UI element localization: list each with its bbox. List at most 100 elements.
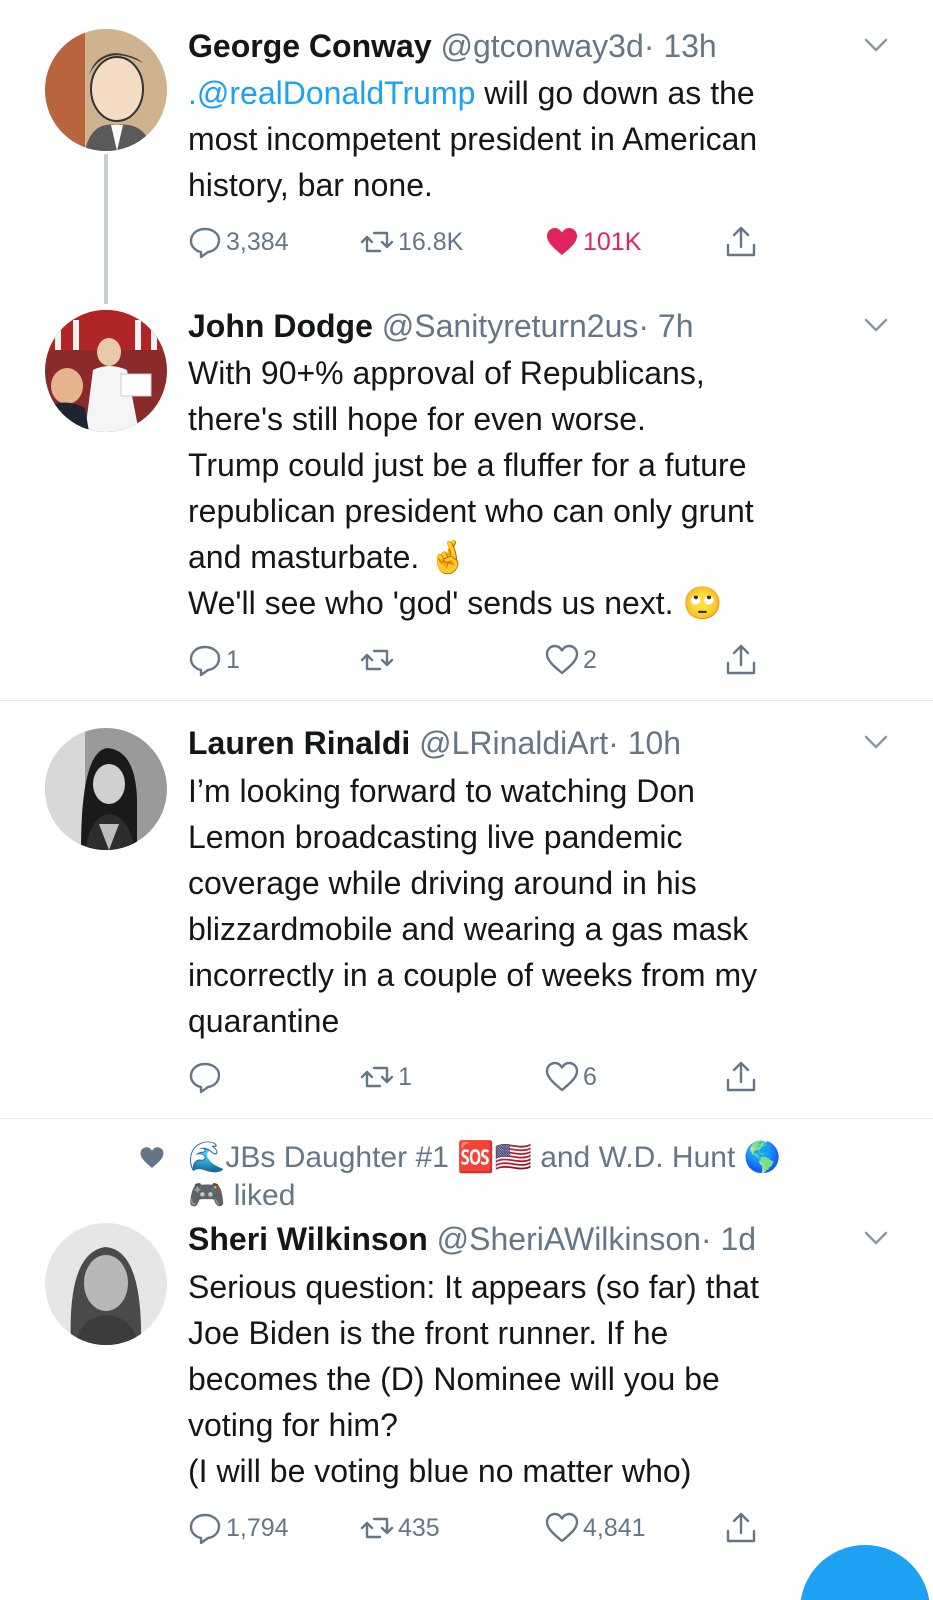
tweet-text-line: and masturbate. 🤞 <box>188 539 468 575</box>
avatar-lauren-rinaldi[interactable] <box>45 728 167 850</box>
reply-button[interactable]: 1,794 <box>188 1508 289 1548</box>
display-name[interactable]: Lauren Rinaldi <box>188 725 410 761</box>
retweet-icon <box>360 231 394 253</box>
retweet-icon <box>360 649 394 671</box>
tweet-header: Lauren Rinaldi @LRinaldiArt· 10h <box>188 721 681 765</box>
tweet-actions: 1,794 435 4,841 <box>188 1508 788 1548</box>
retweet-count: 435 <box>398 1513 440 1542</box>
display-name[interactable]: George Conway <box>188 28 432 64</box>
reply-icon <box>189 1513 221 1545</box>
like-count: 101K <box>583 227 642 256</box>
like-button[interactable]: 2 <box>545 640 597 680</box>
avatar-image <box>45 29 167 151</box>
tweet-actions: 3,384 16.8K 101K <box>188 222 788 262</box>
tweet-text: .@realDonaldTrump will go down as the mo… <box>188 70 868 208</box>
avatar-image <box>45 1223 167 1345</box>
tweet-header: John Dodge @Sanityreturn2us· 7h <box>188 304 694 348</box>
tweet-text-line: I’m looking forward to watching Don <box>188 773 695 809</box>
like-button[interactable]: 4,841 <box>545 1508 646 1548</box>
share-button[interactable] <box>724 640 758 680</box>
tweet-text: With 90+% approval of Republicans, there… <box>188 350 868 626</box>
chevron-down-icon[interactable] <box>863 729 889 755</box>
tweet-time[interactable]: · 7h <box>638 308 693 344</box>
display-name[interactable]: Sheri Wilkinson <box>188 1221 428 1257</box>
share-icon <box>726 226 756 257</box>
avatar-image <box>45 310 167 432</box>
tweet-text-line: becomes the (D) Nominee will you be <box>188 1361 720 1397</box>
user-handle[interactable]: @LRinaldiArt <box>419 725 608 761</box>
retweet-icon <box>360 1066 394 1088</box>
tweet-text-line: (I will be voting blue no matter who) <box>188 1453 692 1489</box>
heart-icon <box>545 1512 579 1543</box>
user-handle[interactable]: @gtconway3d <box>441 28 644 64</box>
tweet-lauren-rinaldi[interactable]: Lauren Rinaldi @LRinaldiArt· 10h I’m loo… <box>0 701 933 1117</box>
retweet-button[interactable]: 435 <box>360 1508 440 1548</box>
retweet-count: 16.8K <box>398 227 464 256</box>
tweet-text: Serious question: It appears (so far) th… <box>188 1264 868 1494</box>
tweet-text-line: We'll see who 'god' sends us next. 🙄 <box>188 585 723 621</box>
reply-button[interactable] <box>188 1057 226 1097</box>
retweet-button[interactable] <box>360 640 398 680</box>
like-button[interactable]: 101K <box>545 222 641 262</box>
tweet-text-line: Joe Biden is the front runner. If he <box>188 1315 669 1351</box>
avatar-george-conway[interactable] <box>45 29 167 151</box>
reply-count: 3,384 <box>226 227 289 256</box>
heart-icon <box>545 1061 579 1092</box>
user-handle[interactable]: @SheriAWilkinson <box>437 1221 701 1257</box>
mention-link[interactable]: .@realDonaldTrump <box>188 75 475 111</box>
social-context-line: 🌊JBs Daughter #1 🆘🇺🇸 and W.D. Hunt 🌎 <box>188 1141 781 1174</box>
like-count: 2 <box>583 645 597 674</box>
chevron-down-icon[interactable] <box>863 312 889 338</box>
like-button[interactable]: 6 <box>545 1057 597 1097</box>
reply-count: 1,794 <box>226 1513 289 1542</box>
retweet-button[interactable]: 16.8K <box>360 222 463 262</box>
tweet-time[interactable]: · 10h <box>608 725 681 761</box>
display-name[interactable]: John Dodge <box>188 308 373 344</box>
tweet-text-line: Lemon broadcasting live pandemic <box>188 819 683 855</box>
reply-count: 1 <box>226 645 240 674</box>
avatar-sheri-wilkinson[interactable] <box>45 1223 167 1345</box>
chevron-down-icon[interactable] <box>863 1225 889 1251</box>
tweet-text-line: voting for him? <box>188 1407 398 1443</box>
tweet-actions: 1 6 <box>188 1057 788 1097</box>
tweet-time[interactable]: · 13h <box>644 28 717 64</box>
avatar-john-dodge[interactable] <box>45 310 167 432</box>
user-handle[interactable]: @Sanityreturn2us <box>382 308 639 344</box>
retweet-button[interactable]: 1 <box>360 1057 412 1097</box>
share-icon <box>726 1512 756 1543</box>
heart-icon <box>545 644 579 675</box>
chevron-down-icon[interactable] <box>863 32 889 58</box>
tweet-text-line: coverage while driving around in his <box>188 865 697 901</box>
retweet-count: 1 <box>398 1062 412 1091</box>
tweet-text-line: Trump could just be a fluffer for a futu… <box>188 447 747 483</box>
tweet-sheri-wilkinson[interactable]: 🌊JBs Daughter #1 🆘🇺🇸 and W.D. Hunt 🌎 🎮 l… <box>0 1119 933 1600</box>
tweet-john-dodge[interactable]: John Dodge @Sanityreturn2us· 7h With 90+… <box>0 290 933 700</box>
social-context[interactable]: 🌊JBs Daughter #1 🆘🇺🇸 and W.D. Hunt 🌎 🎮 l… <box>188 1139 781 1215</box>
tweet-actions: 1 2 <box>188 640 788 680</box>
share-button[interactable] <box>724 1057 758 1097</box>
reply-button[interactable]: 1 <box>188 640 240 680</box>
tweet-george-conway[interactable]: George Conway @gtconway3d· 13h .@realDon… <box>0 0 933 304</box>
liked-heart-icon <box>140 1147 164 1168</box>
social-context-line: 🎮 liked <box>188 1179 296 1212</box>
tweet-text-line: quarantine <box>188 1003 340 1039</box>
tweet-header: George Conway @gtconway3d· 13h <box>188 24 717 68</box>
tweet-text-line: blizzardmobile and wearing a gas mask <box>188 911 749 947</box>
tweet-text-line: will go down as the <box>475 75 755 111</box>
like-count: 4,841 <box>583 1513 646 1542</box>
retweet-icon <box>360 1517 394 1539</box>
tweet-text-line: there's still hope for even worse. <box>188 401 646 437</box>
heart-icon <box>547 228 577 255</box>
tweet-text-line: history, bar none. <box>188 167 433 203</box>
tweet-text: I’m looking forward to watching Don Lemo… <box>188 768 868 1044</box>
tweet-text-line: most incompetent president in American <box>188 121 758 157</box>
tweet-text-line: incorrectly in a couple of weeks from my <box>188 957 758 993</box>
share-button[interactable] <box>724 1508 758 1548</box>
share-icon <box>726 1061 756 1092</box>
share-icon <box>726 644 756 675</box>
reply-button[interactable]: 3,384 <box>188 222 289 262</box>
tweet-text-line: With 90+% approval of Republicans, <box>188 355 705 391</box>
share-button[interactable] <box>724 222 758 262</box>
tweet-text-line: Serious question: It appears (so far) th… <box>188 1269 759 1305</box>
tweet-time[interactable]: · 1d <box>701 1221 756 1257</box>
